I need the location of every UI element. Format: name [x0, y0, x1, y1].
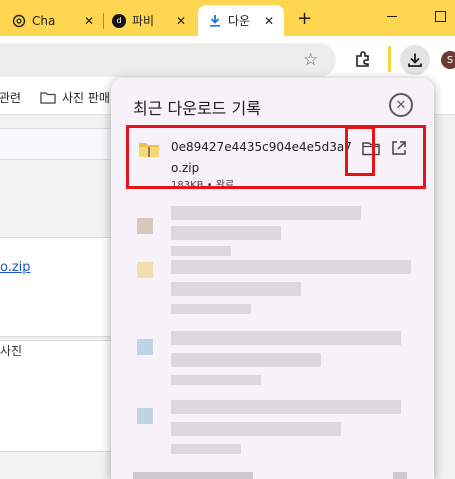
bookmark-label: 관련 — [0, 91, 22, 105]
minimize-icon[interactable] — [387, 16, 397, 17]
close-tab-icon[interactable]: ✕ — [176, 14, 186, 28]
downloads-button[interactable] — [400, 45, 430, 75]
new-tab-icon[interactable]: + — [297, 8, 312, 29]
download-link[interactable]: o.zip — [0, 260, 31, 275]
redacted-text — [171, 422, 341, 436]
page-text: 사진 — [0, 344, 23, 358]
redacted-text — [171, 206, 361, 220]
close-tab-icon[interactable]: ✕ — [264, 14, 274, 28]
bookmark-folder[interactable]: 사진 판매 — [40, 89, 110, 106]
content-card — [0, 128, 122, 160]
download-icon — [208, 14, 222, 28]
redacted-text — [171, 304, 251, 314]
redacted-text — [171, 444, 241, 454]
zip-folder-icon — [137, 262, 153, 278]
tab-label: 다운 — [228, 14, 251, 28]
tab-label: Cha — [32, 13, 56, 28]
extensions-icon[interactable] — [354, 50, 372, 68]
highlight-box-folder-button — [345, 126, 375, 176]
redacted-text — [171, 400, 401, 414]
full-history-link-redacted[interactable] — [133, 472, 253, 479]
address-bar[interactable] — [0, 43, 336, 77]
download-item-redacted[interactable] — [111, 258, 434, 328]
content-card — [0, 237, 122, 337]
bookmark-label: 사진 판매 — [62, 91, 110, 105]
close-icon[interactable]: ✕ — [389, 93, 413, 117]
redacted-text — [171, 246, 231, 256]
file-icon — [137, 218, 153, 234]
site-icon: d — [112, 13, 126, 28]
tab-label: 파비 — [132, 14, 155, 28]
close-tab-icon[interactable]: ✕ — [84, 14, 94, 28]
chatgpt-icon — [12, 14, 26, 28]
bookmark-item[interactable]: 관련 — [0, 89, 21, 106]
file-icon — [137, 339, 153, 355]
redacted-text — [171, 375, 261, 385]
tab-strip: Cha ✕ d 파비 ✕ 다운 ✕ + — [0, 0, 455, 36]
toolbar-divider — [388, 46, 391, 72]
panel-title: 최근 다운로드 기록 — [133, 99, 261, 118]
maximize-icon[interactable] — [435, 11, 446, 22]
redacted-text — [171, 260, 411, 274]
folder-icon — [40, 92, 56, 104]
tab-site[interactable]: d 파비 ✕ — [112, 5, 196, 36]
tab-chatgpt[interactable]: Cha ✕ — [12, 5, 104, 36]
file-icon — [137, 408, 153, 424]
star-icon[interactable]: ☆ — [303, 50, 318, 70]
highlight-box-download-item — [126, 125, 426, 189]
download-item-redacted[interactable] — [111, 331, 434, 401]
redacted-text — [171, 353, 321, 367]
redacted-text — [171, 331, 401, 345]
download-item-redacted[interactable] — [111, 400, 434, 470]
redacted-text — [171, 282, 301, 296]
avatar[interactable]: S — [441, 51, 455, 69]
tab-separator — [103, 13, 104, 29]
download-icon — [408, 53, 422, 67]
redacted-text — [171, 226, 281, 240]
tab-downloads[interactable]: 다운 ✕ — [198, 5, 284, 36]
open-history-icon-redacted[interactable] — [393, 472, 407, 479]
